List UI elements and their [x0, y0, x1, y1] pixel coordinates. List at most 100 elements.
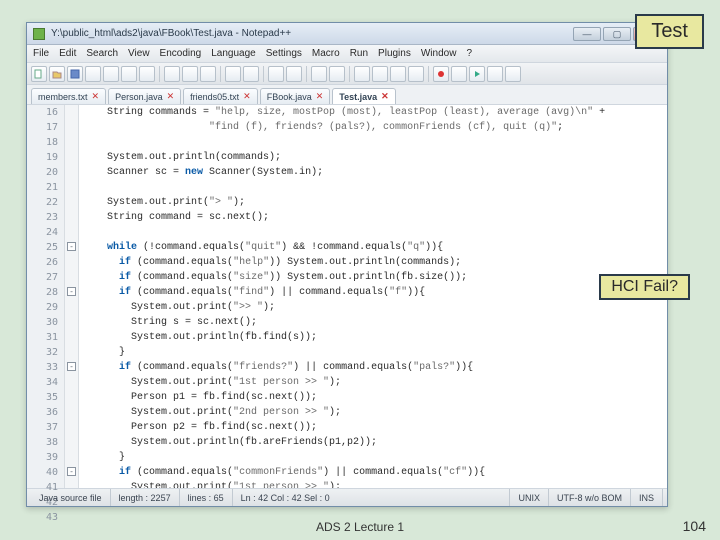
- menu-run[interactable]: Run: [350, 48, 368, 59]
- save-all-icon[interactable]: [85, 66, 101, 82]
- close-icon[interactable]: ✕: [316, 91, 324, 102]
- menu-macro[interactable]: Macro: [312, 48, 340, 59]
- menu-search[interactable]: Search: [86, 48, 118, 59]
- find-icon[interactable]: [268, 66, 284, 82]
- code-line[interactable]: Person p1 = fb.find(sc.next());: [83, 390, 667, 405]
- line-number: 16: [27, 105, 58, 120]
- code-line[interactable]: "find (f), friends? (pals?), commonFrien…: [83, 120, 667, 135]
- show-symbols-icon[interactable]: [372, 66, 388, 82]
- cut-icon[interactable]: [164, 66, 180, 82]
- tab-members[interactable]: members.txt ✕: [31, 88, 106, 104]
- code-line[interactable]: [83, 180, 667, 195]
- code-line[interactable]: }: [83, 450, 667, 465]
- code-line[interactable]: System.out.print(">> ");: [83, 300, 667, 315]
- menu-edit[interactable]: Edit: [59, 48, 76, 59]
- indent-icon[interactable]: [390, 66, 406, 82]
- redo-icon[interactable]: [243, 66, 259, 82]
- code-line[interactable]: String s = sc.next();: [83, 315, 667, 330]
- macro-play-icon[interactable]: [469, 66, 485, 82]
- code-line[interactable]: if (command.equals("size")) System.out.p…: [83, 270, 667, 285]
- fold-marker: [65, 180, 78, 195]
- save-icon[interactable]: [67, 66, 83, 82]
- close-icon[interactable]: ✕: [381, 91, 389, 102]
- fold-gutter: - - - -: [65, 105, 79, 488]
- tab-friends[interactable]: friends05.txt✕: [183, 88, 258, 104]
- maximize-button[interactable]: ▢: [603, 27, 631, 41]
- tab-label: members.txt: [38, 92, 88, 102]
- code-line[interactable]: }: [83, 345, 667, 360]
- fold-marker[interactable]: -: [65, 240, 78, 255]
- code-line[interactable]: System.out.println(fb.areFriends(p1,p2))…: [83, 435, 667, 450]
- close-file-icon[interactable]: [103, 66, 119, 82]
- code-line[interactable]: System.out.print("2nd person >> ");: [83, 405, 667, 420]
- close-all-icon[interactable]: [121, 66, 137, 82]
- line-number: 26: [27, 255, 58, 270]
- code-line[interactable]: while (!command.equals("quit") && !comma…: [83, 240, 667, 255]
- macro-record-icon[interactable]: [433, 66, 449, 82]
- toolbar-separator: [349, 66, 350, 82]
- status-filetype: Java source file: [31, 489, 111, 506]
- tab-person[interactable]: Person.java✕: [108, 88, 181, 104]
- code-line[interactable]: Person p2 = fb.find(sc.next());: [83, 420, 667, 435]
- menu-window[interactable]: Window: [421, 48, 457, 59]
- code-area[interactable]: String commands = "help, size, mostPop (…: [79, 105, 667, 488]
- fold-marker[interactable]: -: [65, 465, 78, 480]
- menu-language[interactable]: Language: [211, 48, 256, 59]
- new-file-icon[interactable]: [31, 66, 47, 82]
- fold-marker: [65, 405, 78, 420]
- copy-icon[interactable]: [182, 66, 198, 82]
- open-file-icon[interactable]: [49, 66, 65, 82]
- menu-file[interactable]: File: [33, 48, 49, 59]
- macro-fastplay-icon[interactable]: [487, 66, 503, 82]
- toolbar: [27, 63, 667, 85]
- tab-test[interactable]: Test.java✕: [332, 88, 395, 104]
- code-line[interactable]: if (command.equals("find") || command.eq…: [83, 285, 667, 300]
- code-line[interactable]: System.out.print("1st person >> ");: [83, 480, 667, 488]
- line-number: 24: [27, 225, 58, 240]
- menu-view[interactable]: View: [128, 48, 150, 59]
- fold-marker: [65, 420, 78, 435]
- code-line[interactable]: System.out.print("1st person >> ");: [83, 375, 667, 390]
- fold-marker[interactable]: -: [65, 285, 78, 300]
- paste-icon[interactable]: [200, 66, 216, 82]
- zoom-in-icon[interactable]: [311, 66, 327, 82]
- code-line[interactable]: Scanner sc = new Scanner(System.in);: [83, 165, 667, 180]
- minimize-button[interactable]: —: [573, 27, 601, 41]
- close-icon[interactable]: ✕: [92, 91, 100, 102]
- line-number: 19: [27, 150, 58, 165]
- fold-marker: [65, 330, 78, 345]
- code-line[interactable]: String commands = "help, size, mostPop (…: [83, 105, 667, 120]
- close-icon[interactable]: ✕: [243, 91, 251, 102]
- code-line[interactable]: [83, 135, 667, 150]
- code-line[interactable]: if (command.equals("commonFriends") || c…: [83, 465, 667, 480]
- code-line[interactable]: System.out.println(commands);: [83, 150, 667, 165]
- toolbar-separator: [159, 66, 160, 82]
- code-line[interactable]: String command = sc.next();: [83, 210, 667, 225]
- macro-save-icon[interactable]: [505, 66, 521, 82]
- outdent-icon[interactable]: [408, 66, 424, 82]
- menu-help[interactable]: ?: [466, 48, 472, 59]
- toolbar-separator: [428, 66, 429, 82]
- undo-icon[interactable]: [225, 66, 241, 82]
- code-line[interactable]: if (command.equals("friends?") || comman…: [83, 360, 667, 375]
- menu-plugins[interactable]: Plugins: [378, 48, 411, 59]
- menu-encoding[interactable]: Encoding: [160, 48, 202, 59]
- fold-marker: [65, 390, 78, 405]
- code-line[interactable]: [83, 225, 667, 240]
- macro-stop-icon[interactable]: [451, 66, 467, 82]
- tab-fbook[interactable]: FBook.java✕: [260, 88, 331, 104]
- line-number: 30: [27, 315, 58, 330]
- fold-marker: [65, 375, 78, 390]
- code-line[interactable]: if (command.equals("help")) System.out.p…: [83, 255, 667, 270]
- zoom-out-icon[interactable]: [329, 66, 345, 82]
- replace-icon[interactable]: [286, 66, 302, 82]
- fold-marker[interactable]: -: [65, 360, 78, 375]
- slide-footer: ADS 2 Lecture 1: [0, 520, 720, 534]
- menu-settings[interactable]: Settings: [266, 48, 302, 59]
- print-icon[interactable]: [139, 66, 155, 82]
- close-icon[interactable]: ✕: [167, 91, 175, 102]
- code-line[interactable]: System.out.print("> ");: [83, 195, 667, 210]
- wordwrap-icon[interactable]: [354, 66, 370, 82]
- line-number: 22: [27, 195, 58, 210]
- code-line[interactable]: System.out.println(fb.find(s));: [83, 330, 667, 345]
